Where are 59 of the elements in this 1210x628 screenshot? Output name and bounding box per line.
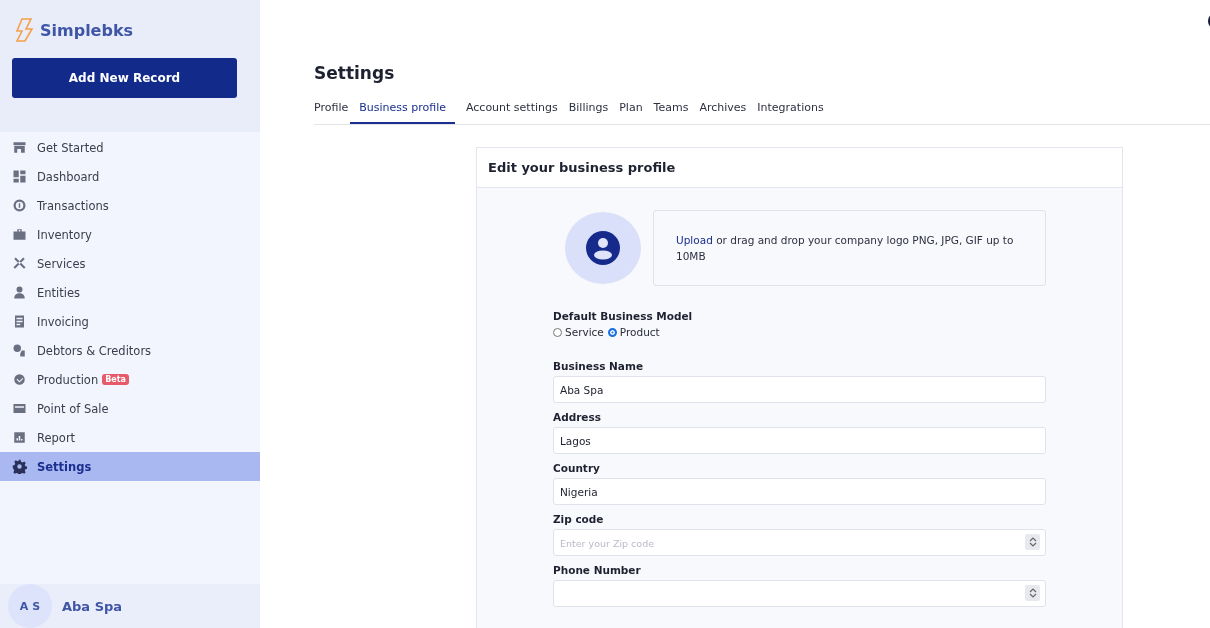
- radio-option[interactable]: Product: [607, 326, 660, 338]
- sidebar-item[interactable]: Settings: [0, 452, 260, 481]
- sidebar-item[interactable]: Services: [0, 249, 260, 278]
- tab[interactable]: Business profile: [350, 101, 455, 124]
- upload-dropzone[interactable]: Upload or drag and drop your company logo PNG, JPG, GIF up to 10MB: [653, 210, 1046, 286]
- sidebar-item[interactable]: Production Beta: [0, 365, 260, 394]
- input-field[interactable]: [553, 580, 1046, 607]
- tab[interactable]: Plan: [619, 101, 643, 124]
- sidebar-item[interactable]: Entities: [0, 278, 260, 307]
- card-title: Edit your business profile: [488, 160, 676, 175]
- beta-badge: Beta: [102, 374, 129, 385]
- menu-icon: [12, 256, 27, 271]
- user-avatar: A S: [8, 584, 52, 628]
- sidebar-item[interactable]: Get Started: [0, 133, 260, 162]
- menu-icon: [12, 372, 27, 387]
- menu-icon: [12, 140, 27, 155]
- upload-link[interactable]: Upload: [676, 234, 713, 246]
- field-label: Address: [553, 411, 602, 423]
- field-label: Phone Number: [553, 564, 642, 576]
- spinner-icon[interactable]: [1025, 534, 1040, 550]
- menu-icon: [12, 198, 27, 213]
- user-icon: [586, 231, 620, 265]
- page-title: Settings: [314, 63, 396, 83]
- sidebar-item[interactable]: Transactions: [0, 191, 260, 220]
- tab[interactable]: Profile: [314, 101, 349, 124]
- sidebar-item[interactable]: Point of Sale: [0, 394, 260, 423]
- tab[interactable]: Teams: [653, 101, 689, 124]
- tab[interactable]: Archives: [699, 101, 747, 124]
- input-field[interactable]: Nigeria: [553, 478, 1046, 505]
- field-label: Business Name: [553, 360, 644, 372]
- input-field[interactable]: Lagos: [553, 427, 1046, 454]
- menu-icon: [12, 169, 27, 184]
- menu-icon: [12, 401, 27, 416]
- input-field[interactable]: Enter your Zip code: [553, 529, 1046, 556]
- user-name: Aba Spa: [62, 598, 123, 614]
- upload-text: Upload or drag and drop your company logo PNG, JPG, GIF up to 10MB: [676, 233, 1015, 264]
- tab[interactable]: Integrations: [757, 101, 824, 124]
- menu-icon: [12, 430, 27, 445]
- field-label: Zip code: [553, 513, 605, 525]
- brand-name: Simplebks: [40, 20, 134, 40]
- menu-icon: [12, 285, 27, 300]
- sidebar-item[interactable]: Debtors & Creditors: [0, 336, 260, 365]
- spinner-icon[interactable]: [1025, 585, 1040, 601]
- menu-icon: [12, 343, 27, 358]
- menu-icon: [12, 459, 27, 474]
- logo-icon: [14, 18, 36, 42]
- tab[interactable]: Account settings: [465, 101, 558, 124]
- sidebar-item[interactable]: Invoicing: [0, 307, 260, 336]
- sidebar-item[interactable]: Inventory: [0, 220, 260, 249]
- field-label: Default Business Model: [553, 310, 694, 322]
- sidebar-item[interactable]: Dashboard: [0, 162, 260, 191]
- field-label: Country: [553, 462, 601, 474]
- add-new-record-button[interactable]: Add New Record: [12, 58, 237, 98]
- sidebar-item[interactable]: Report: [0, 423, 260, 452]
- tab[interactable]: Billings: [568, 101, 609, 124]
- menu-icon: [12, 227, 27, 242]
- radio-option[interactable]: Service: [553, 326, 604, 338]
- input-field[interactable]: Aba Spa: [553, 376, 1046, 403]
- menu-icon: [12, 314, 27, 329]
